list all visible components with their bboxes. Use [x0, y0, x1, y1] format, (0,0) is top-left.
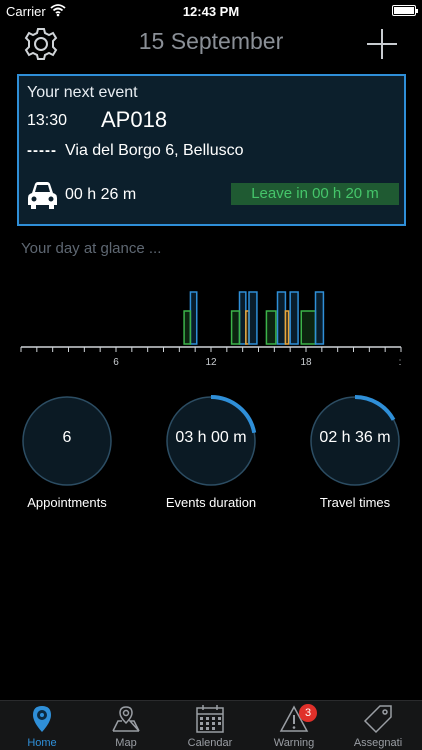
stat-label: Travel times: [319, 495, 391, 510]
battery-icon: [392, 5, 418, 16]
timeline-block: [284, 310, 290, 345]
stat-ring: 02 h 36 m: [309, 395, 401, 487]
tab-map[interactable]: Map: [84, 701, 168, 750]
tab-label: Warning: [273, 737, 315, 749]
clock: 12:43 PM: [182, 4, 240, 19]
stat-travel-times: 02 h 36 m Travel times: [300, 395, 410, 510]
car-icon: [28, 182, 57, 209]
tab-label: Assegnati: [353, 737, 403, 749]
next-event-label: Your next event: [27, 84, 138, 101]
page-title: 15 September: [138, 28, 284, 54]
timeline-block: [265, 310, 277, 345]
timeline-block: [314, 291, 325, 345]
day-timeline-chart: 6 12 18:: [20, 291, 402, 368]
tab-label: Calendar: [187, 737, 233, 749]
tab-warning[interactable]: 3 Warning: [252, 701, 336, 750]
timeline-tick-label: 18: [300, 357, 312, 368]
stat-ring: 03 h 00 m: [165, 395, 257, 487]
event-dashes: -----: [27, 142, 57, 159]
warning-badge: 3: [299, 704, 317, 722]
stat-ring: 6: [21, 395, 113, 487]
tab-label: Home: [27, 737, 57, 749]
map-icon: [112, 706, 140, 732]
tab-assegnati[interactable]: Assegnati: [336, 701, 420, 750]
tab-label: Map: [115, 737, 137, 749]
stat-value: 02 h 36 m: [319, 429, 391, 446]
add-icon[interactable]: [366, 28, 398, 60]
tab-bar: Home Map Calendar 3 Warning Assegnati: [0, 700, 422, 750]
tag-icon: [363, 705, 392, 734]
stat-value: 03 h 00 m: [175, 429, 247, 446]
timeline-block: [189, 291, 198, 345]
stat-value: 6: [62, 429, 72, 446]
timeline-block: [183, 310, 192, 345]
next-event-card[interactable]: Your next event 13:30 AP018 ----- Via de…: [17, 74, 406, 226]
timeline-tick-label: 12: [205, 357, 217, 368]
timeline-block: [276, 291, 287, 345]
status-bar: Carrier 12:43 PM: [0, 0, 422, 22]
timeline-tick-label: 6: [113, 357, 119, 368]
event-code: AP018: [101, 107, 168, 132]
header: 15 September: [0, 22, 422, 66]
home-pin-icon: [33, 706, 51, 732]
stat-appointments: 6 Appointments: [12, 395, 122, 510]
timeline-block: [230, 310, 241, 345]
leave-in-badge: Leave in 00 h 20 m: [231, 183, 399, 205]
timeline-tick-label: :: [399, 357, 402, 368]
event-address: Via del Borgo 6, Bellusco: [65, 142, 244, 159]
travel-time: 00 h 26 m: [65, 186, 137, 203]
stat-label: Events duration: [165, 495, 257, 510]
timeline-block: [289, 291, 299, 345]
timeline-block: [248, 291, 258, 345]
stat-events-duration: 03 h 00 m Events duration: [156, 395, 266, 510]
calendar-icon: [196, 705, 224, 733]
stat-label: Appointments: [27, 495, 107, 510]
timeline-block: [300, 310, 317, 345]
tab-home[interactable]: Home: [0, 701, 84, 750]
day-glance-label: Your day at glance ...: [21, 240, 162, 257]
timeline-block: [238, 291, 247, 345]
event-time: 13:30: [27, 112, 68, 129]
tab-calendar[interactable]: Calendar: [168, 701, 252, 750]
